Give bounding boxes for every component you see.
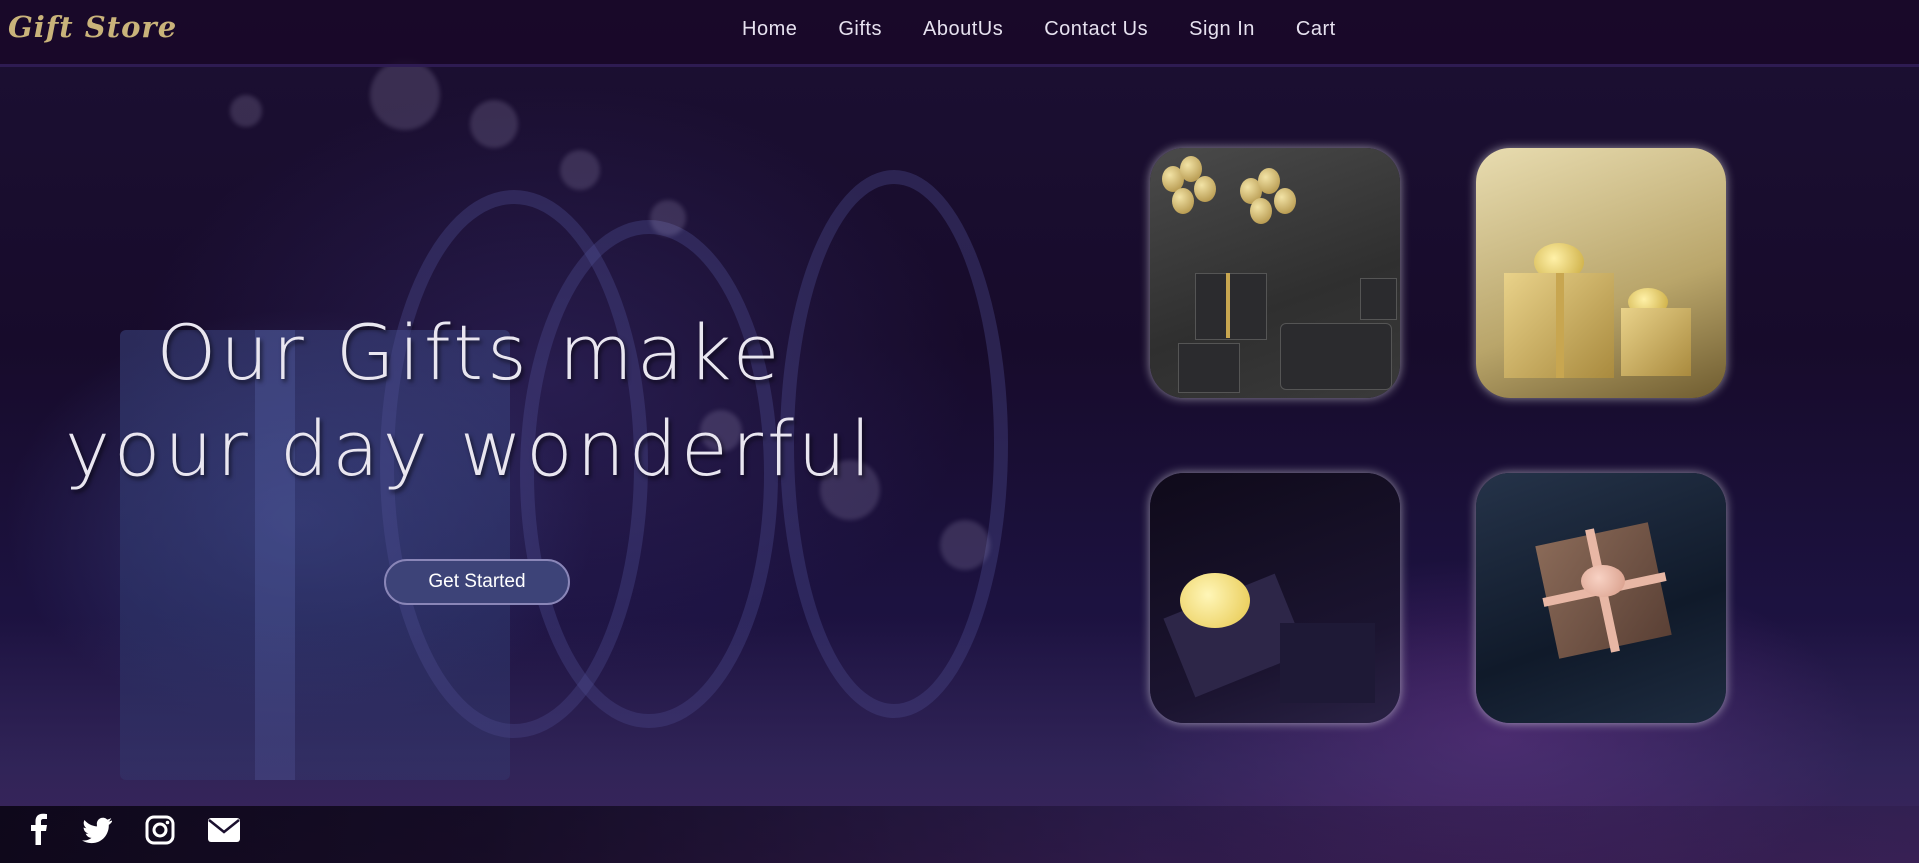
gold-ribbon bbox=[1556, 273, 1564, 378]
gift-image-gold-balloons[interactable] bbox=[1150, 148, 1400, 398]
instagram-icon[interactable] bbox=[143, 813, 177, 847]
navbar: Gift Store Home Gifts AboutUs Contact Us… bbox=[0, 0, 1919, 67]
background-bokeh bbox=[940, 520, 990, 570]
balloon bbox=[1172, 188, 1194, 214]
background-bokeh bbox=[560, 150, 600, 190]
nav-link-contact-us[interactable]: Contact Us bbox=[1044, 18, 1148, 41]
gift-image-open-box-yellow-bow[interactable] bbox=[1150, 473, 1400, 723]
dark-box-lid bbox=[1280, 623, 1375, 703]
balloon bbox=[1194, 176, 1216, 202]
nav-link-sign-in[interactable]: Sign In bbox=[1189, 18, 1255, 41]
envelope-icon[interactable] bbox=[206, 813, 242, 847]
twitter-icon[interactable] bbox=[80, 813, 114, 847]
hero-headline-line-2: your day wonderful bbox=[64, 404, 876, 493]
site-logo[interactable]: Gift Store bbox=[8, 10, 177, 44]
nav-links: Home Gifts AboutUs Contact Us Sign In Ca… bbox=[742, 18, 1377, 41]
pink-bow bbox=[1581, 565, 1625, 597]
dark-gift-box bbox=[1360, 278, 1397, 320]
gold-gift-box bbox=[1621, 308, 1691, 376]
hero-headline: Our Gifts make your day wonderful bbox=[40, 305, 900, 497]
nav-link-home[interactable]: Home bbox=[742, 18, 797, 41]
background-bokeh bbox=[470, 100, 518, 148]
balloon bbox=[1258, 168, 1280, 194]
nav-link-about-us[interactable]: AboutUs bbox=[923, 18, 1003, 41]
facebook-icon[interactable] bbox=[22, 813, 56, 847]
background-bokeh bbox=[230, 95, 262, 127]
dark-gift-box bbox=[1195, 273, 1267, 340]
nav-link-gifts[interactable]: Gifts bbox=[838, 18, 882, 41]
gold-ribbon bbox=[1226, 273, 1230, 338]
yellow-bow bbox=[1180, 573, 1250, 628]
dark-gift-box bbox=[1280, 323, 1392, 390]
dark-gift-box bbox=[1178, 343, 1240, 393]
get-started-button[interactable]: Get Started bbox=[384, 559, 570, 605]
background-bokeh bbox=[650, 200, 686, 236]
social-bar bbox=[0, 806, 1919, 863]
gift-image-gold-boxes[interactable] bbox=[1476, 148, 1726, 398]
balloon bbox=[1250, 198, 1272, 224]
nav-link-cart[interactable]: Cart bbox=[1296, 18, 1336, 41]
hero-headline-line-1: Our Gifts make bbox=[156, 308, 784, 397]
background-bokeh bbox=[370, 60, 440, 130]
balloon bbox=[1274, 188, 1296, 214]
gift-image-brown-box-pink-ribbon[interactable] bbox=[1476, 473, 1726, 723]
